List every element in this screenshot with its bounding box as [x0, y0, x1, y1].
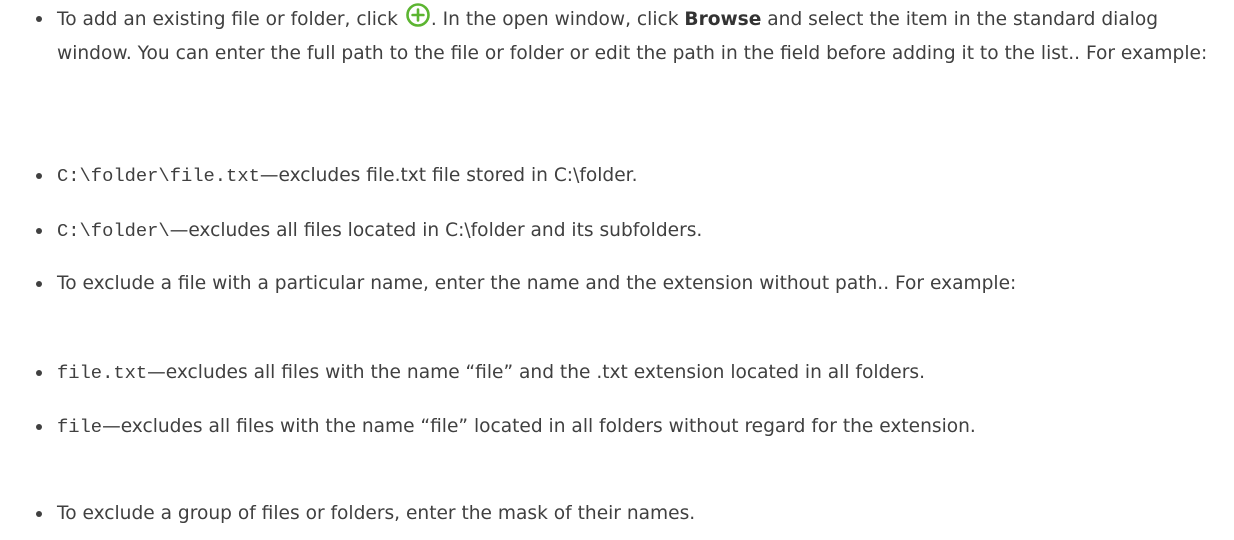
code-path: C:\folder\: [57, 220, 170, 242]
bullet-item-example-name-only: file—excludes all files with the name “f…: [36, 410, 1214, 444]
code-path: C:\folder\file.txt: [57, 165, 260, 187]
bullet-text: To exclude a group of files or folders, …: [57, 503, 696, 524]
text-segment: . In the open window, click: [430, 9, 685, 30]
bullet-text: C:\folder\—excludes all files located in…: [57, 214, 1214, 248]
bullet-item-example-folder-path: C:\folder\—excludes all files located in…: [36, 214, 1214, 248]
bullet-text: file—excludes all files with the name “f…: [57, 410, 1214, 444]
bullet-text: C:\folder\file.txt—excludes file.txt fil…: [57, 159, 1214, 193]
bullet-dot: [36, 281, 42, 287]
bullet-dot: [36, 228, 42, 234]
bullet-dot: [36, 511, 42, 517]
bullet-dot: [36, 370, 42, 376]
bullet-item-exclude-group: To exclude a group of files or folders, …: [36, 497, 1214, 531]
code-name: file.txt: [57, 362, 148, 384]
bullet-dot: [36, 173, 42, 179]
add-circle-icon: [406, 3, 430, 27]
bullet-item-example-file-name: file.txt—excludes all files with the nam…: [36, 356, 1214, 390]
bullet-dot: [36, 424, 42, 430]
text-segment: To add an existing file or folder, click: [57, 9, 404, 30]
bullet-text: To add an existing file or folder, click…: [57, 2, 1214, 71]
bullet-dot: [36, 16, 42, 22]
bullet-item-example-file-path: C:\folder\file.txt—excludes file.txt fil…: [36, 159, 1214, 193]
description: —excludes all files with the name “file”…: [102, 416, 976, 437]
browse-label: Browse: [684, 9, 762, 30]
description: —excludes file.txt file stored in C:\fol…: [259, 165, 638, 186]
description: —excludes all files located in C:\folder…: [169, 220, 703, 241]
code-name: file: [57, 416, 103, 438]
bullet-text: file.txt—excludes all files with the nam…: [57, 356, 1214, 390]
bullet-text: To exclude a file with a particular name…: [57, 273, 1017, 294]
bullet-item-add-existing: To add an existing file or folder, click…: [36, 2, 1214, 71]
bullet-item-exclude-by-name: To exclude a file with a particular name…: [36, 267, 1214, 301]
description: —excludes all files with the name “file”…: [147, 362, 925, 383]
